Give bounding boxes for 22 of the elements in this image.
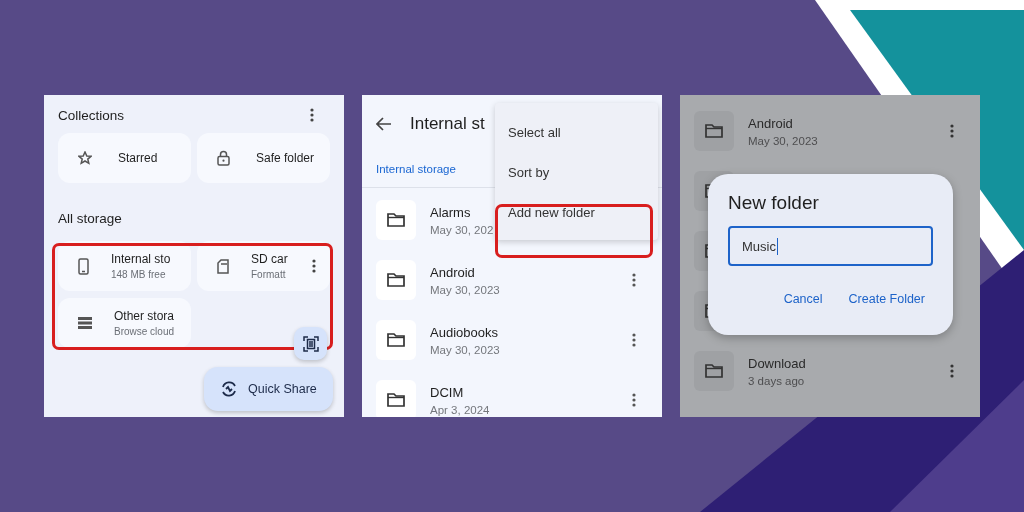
section-title: Collections xyxy=(58,107,125,123)
storage-name: Internal sto xyxy=(111,252,171,266)
folder-date: May 30, 2023 xyxy=(430,283,500,296)
storage-detail: Browse cloud xyxy=(114,326,175,337)
screen-title: Internal st xyxy=(410,114,485,134)
folder-name: Android xyxy=(430,264,476,280)
folder-name: DCIM xyxy=(430,384,465,400)
storage-name: Other stora xyxy=(114,309,175,323)
section-title: All storage xyxy=(58,211,122,226)
folder-date: Apr 3, 2024 xyxy=(430,403,490,416)
folder-date: May 30, 2023 xyxy=(748,134,818,147)
storage-detail: 148 MB free xyxy=(111,269,167,280)
storage-name: SD car xyxy=(251,252,288,266)
folder-name: Android xyxy=(748,115,794,131)
storage-detail: Formatt xyxy=(251,269,287,280)
folder-date: 3 days ago xyxy=(748,374,806,387)
folder-date: May 30, 202 xyxy=(430,223,494,236)
folder-name: Alarms xyxy=(430,204,472,220)
folder-name: Download xyxy=(748,355,806,371)
folder-name: Audiobooks xyxy=(430,324,499,340)
folder-date: May 30, 2023 xyxy=(430,343,500,356)
dialog-title: New folder xyxy=(728,192,820,214)
